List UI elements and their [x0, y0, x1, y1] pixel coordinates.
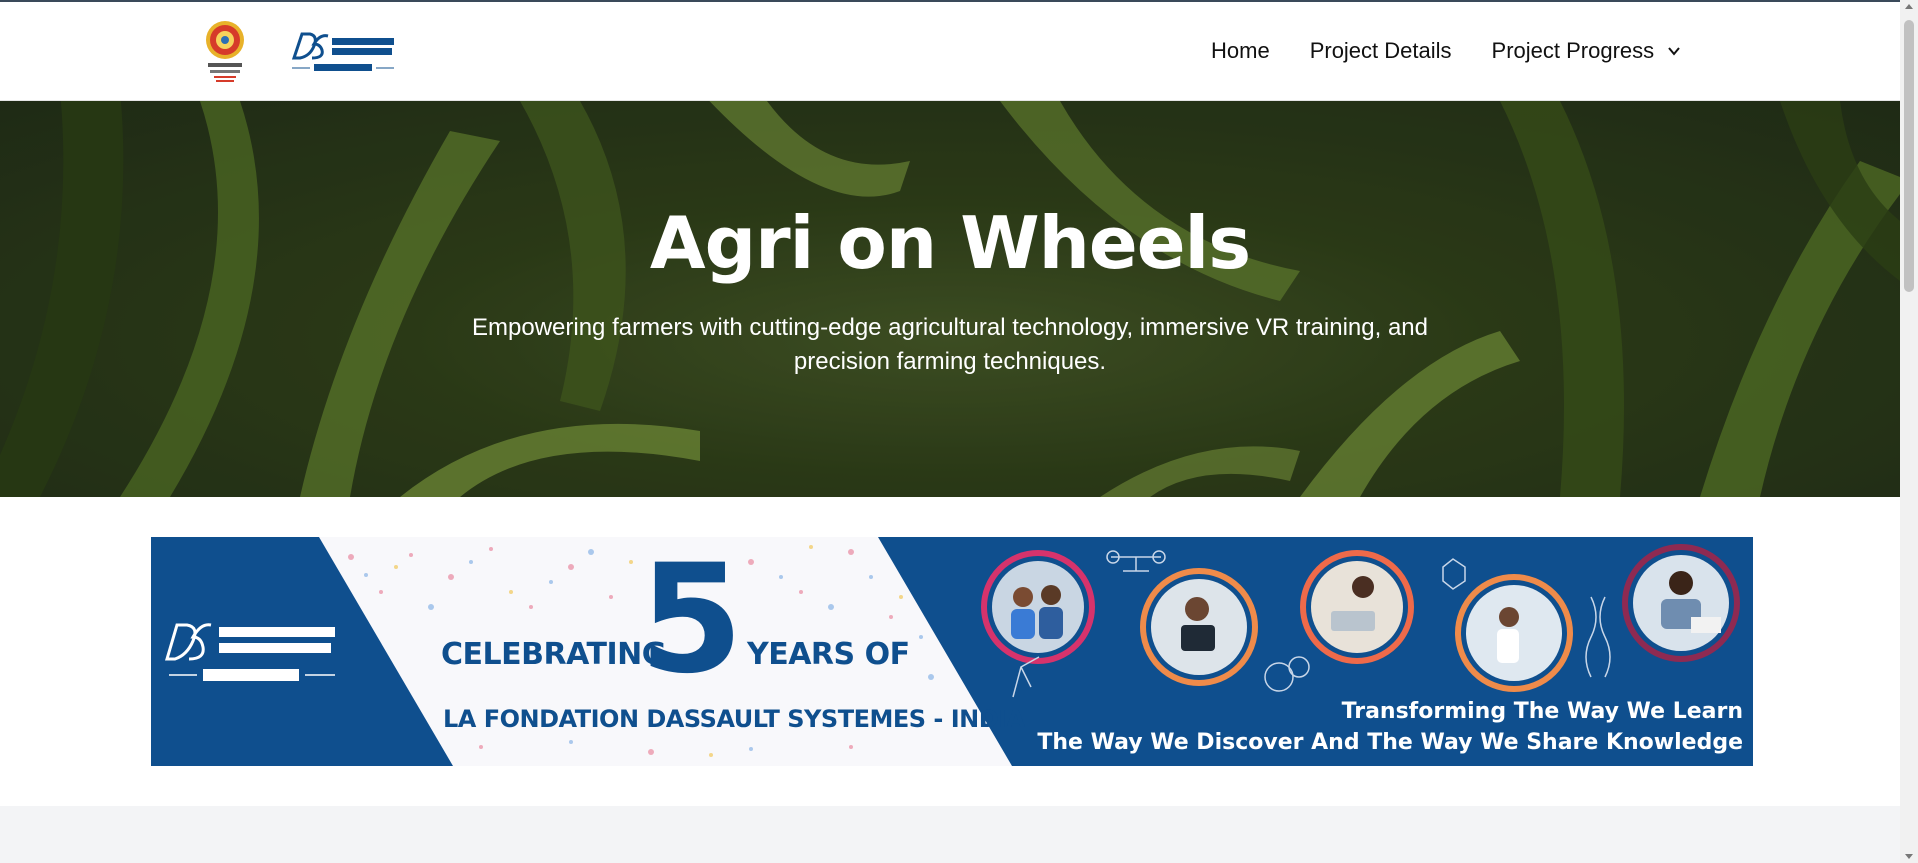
hero-subtitle: Empowering farmers with cutting-edge agr… — [472, 314, 1428, 375]
nav-project-progress-label: Project Progress — [1491, 38, 1655, 63]
hero-title: Agri on Wheels — [649, 201, 1251, 285]
scrollbar[interactable] — [1900, 0, 1918, 863]
main-nav: Home Project Details Project Progress — [1211, 38, 1682, 64]
dassault-systemes-logo[interactable] — [290, 30, 396, 76]
next-section — [0, 806, 1900, 863]
scrollbar-thumb[interactable] — [1904, 20, 1914, 292]
scroll-up-arrow-icon[interactable] — [1905, 4, 1913, 9]
hero-overlay — [0, 101, 1900, 497]
banner-tagline-2: The Way We Discover And The Way We Share… — [1037, 730, 1743, 755]
scroll-down-arrow-icon[interactable] — [1905, 854, 1913, 859]
nav-project-progress[interactable]: Project Progress — [1492, 38, 1683, 64]
nav-home[interactable]: Home — [1211, 38, 1270, 64]
nav-project-details[interactable]: Project Details — [1310, 38, 1452, 64]
site-header: Home Project Details Project Progress — [0, 0, 1900, 101]
centurion-university-logo[interactable] — [204, 20, 246, 86]
chevron-down-icon — [1668, 47, 1680, 56]
banner-tagline-1: Transforming The Way We Learn — [1341, 699, 1743, 724]
page: Home Project Details Project Progress Ag… — [0, 0, 1918, 863]
anniversary-banner: CELEBRATING 5 YEARS OF LA FONDATION DASS… — [151, 537, 1753, 766]
hero-section: Agri on Wheels Empowering farmers with c… — [0, 101, 1900, 497]
